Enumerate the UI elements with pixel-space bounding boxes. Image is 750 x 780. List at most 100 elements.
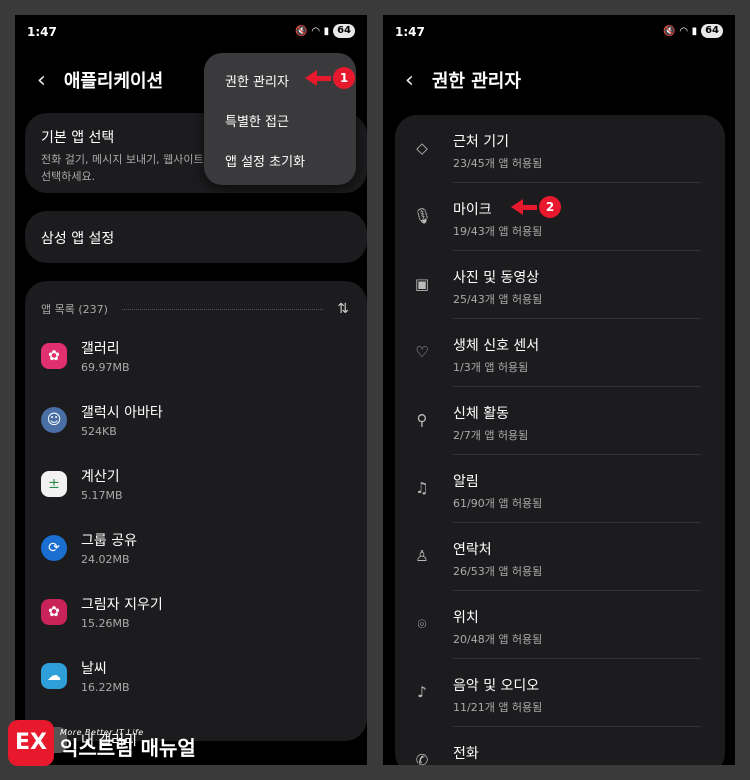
- arrow-icon: [511, 199, 523, 215]
- samsung-app-settings-card[interactable]: 삼성 앱 설정: [25, 211, 367, 263]
- permission-name: 근처 기기: [453, 134, 509, 150]
- location-icon: ⌾: [417, 615, 427, 633]
- app-size: 524KB: [81, 425, 117, 438]
- app-name: 계산기: [81, 469, 120, 485]
- permission-name: 전화: [453, 746, 479, 762]
- arrow-shaft: [317, 75, 331, 81]
- permission-count: 26/53개 앱 허용됨: [453, 565, 543, 578]
- battery-icon: 64: [333, 24, 355, 38]
- nearby-devices-icon: ◇: [416, 139, 428, 157]
- callout-number: 2: [539, 196, 561, 218]
- callout-number: 1: [333, 67, 355, 89]
- app-name: 그림자 지우기: [81, 597, 163, 613]
- permission-item[interactable]: ▣ 사진 및 동영상 25/43개 앱 허용됨: [395, 251, 725, 319]
- back-arrow-icon[interactable]: ‹: [405, 68, 414, 93]
- permission-item[interactable]: ◇ 근처 기기 23/45개 앱 허용됨: [395, 115, 725, 183]
- list-item[interactable]: ☁ 날씨 16.22MB: [41, 651, 357, 701]
- app-list-header: 앱 목록 (237) ⇅: [41, 301, 349, 317]
- app-name: 갤러리: [81, 341, 120, 357]
- app-size: 5.17MB: [81, 489, 123, 502]
- arrow-icon: [305, 70, 317, 86]
- callout-1: 1: [305, 67, 355, 89]
- microphone-icon: 🎙: [413, 207, 433, 225]
- signal-icon: ▮: [323, 25, 330, 37]
- weather-icon: ☁: [41, 663, 67, 689]
- list-item[interactable]: ✿ 갤러리 69.97MB: [41, 331, 357, 381]
- watermark-text: More Better IT Life 익스트림 매뉴얼: [60, 728, 196, 759]
- app-size: 16.22MB: [81, 681, 130, 694]
- permission-count: 2/7개 앱 허용됨: [453, 429, 529, 442]
- samsung-app-settings-title: 삼성 앱 설정: [41, 231, 115, 247]
- permission-name: 음악 및 오디오: [453, 678, 540, 694]
- permission-name: 신체 활동: [453, 406, 509, 422]
- sort-icon[interactable]: ⇅: [337, 301, 349, 317]
- shadow-eraser-icon: ✿: [41, 599, 67, 625]
- permission-item[interactable]: ⌾ 위치 20/48개 앱 허용됨: [395, 591, 725, 659]
- menu-item-special-access[interactable]: 특별한 접근: [225, 111, 289, 130]
- permission-count: 1/3개 앱 허용됨: [453, 361, 529, 374]
- heart-rate-icon: ♡: [415, 343, 429, 361]
- menu-item-permission-manager[interactable]: 권한 관리자: [225, 71, 289, 90]
- app-size: 24.02MB: [81, 553, 130, 566]
- permission-item[interactable]: ♡ 생체 신호 센서 1/3개 앱 허용됨: [395, 319, 725, 387]
- battery-icon: 64: [701, 24, 723, 38]
- wifi-icon: ◠: [311, 25, 320, 37]
- permission-item[interactable]: ✆ 전화: [395, 727, 725, 765]
- permission-item[interactable]: ♙ 연락처 26/53개 앱 허용됨: [395, 523, 725, 591]
- status-time: 1:47: [395, 25, 425, 39]
- list-item[interactable]: ± 계산기 5.17MB: [41, 459, 357, 509]
- status-icons: 🔇 ◠ ▮ 64: [663, 24, 723, 38]
- permission-count: 23/45개 앱 허용됨: [453, 157, 543, 170]
- wifi-icon: ◠: [679, 25, 688, 37]
- app-size: 69.97MB: [81, 361, 130, 374]
- gallery-icon: ✿: [41, 343, 67, 369]
- avatar-icon: ☺: [41, 407, 67, 433]
- permission-count: 19/43개 앱 허용됨: [453, 225, 543, 238]
- left-phone-screen: 1:47 🔇 ◠ ▮ 64 ‹ 애플리케이션 기본 앱 선택 전화 걸기, 메시…: [15, 15, 367, 765]
- mute-icon: 🔇: [295, 25, 308, 37]
- permission-name: 생체 신호 센서: [453, 338, 540, 354]
- calculator-icon: ±: [41, 471, 67, 497]
- permission-name: 마이크: [453, 202, 492, 218]
- list-item[interactable]: ✿ 그림자 지우기 15.26MB: [41, 587, 357, 637]
- status-bar: 1:47 🔇 ◠ ▮ 64: [395, 23, 723, 43]
- status-time: 1:47: [27, 25, 57, 39]
- permission-name: 사진 및 동영상: [453, 270, 540, 286]
- right-phone-screen: 1:47 🔇 ◠ ▮ 64 ‹ 권한 관리자 ◇ 근처 기기 23/45개 앱 …: [383, 15, 735, 765]
- brand-logo-icon: EX: [8, 720, 54, 766]
- page-title: 애플리케이션: [63, 71, 164, 92]
- activity-icon: ⚲: [416, 411, 428, 429]
- page-header: ‹ 권한 관리자: [405, 67, 521, 93]
- app-name: 날씨: [81, 661, 107, 677]
- page-title: 권한 관리자: [431, 71, 521, 92]
- app-name: 그룹 공유: [81, 533, 137, 549]
- photos-icon: ▣: [414, 275, 430, 293]
- permission-name: 연락처: [453, 542, 492, 558]
- signal-icon: ▮: [691, 25, 698, 37]
- permission-count: 61/90개 앱 허용됨: [453, 497, 543, 510]
- contacts-icon: ♙: [415, 547, 429, 565]
- phone-icon: ✆: [415, 751, 429, 765]
- menu-item-reset-app-settings[interactable]: 앱 설정 초기화: [225, 151, 305, 170]
- watermark-logo: EX More Better IT Life 익스트림 매뉴얼: [8, 720, 196, 766]
- bell-icon: ♫: [415, 479, 429, 497]
- permission-item[interactable]: ♫ 알림 61/90개 앱 허용됨: [395, 455, 725, 523]
- permission-count: 11/21개 앱 허용됨: [453, 701, 543, 714]
- list-item[interactable]: ⟳ 그룹 공유 24.02MB: [41, 523, 357, 573]
- permission-item[interactable]: ♪ 음악 및 오디오 11/21개 앱 허용됨: [395, 659, 725, 727]
- status-icons: 🔇 ◠ ▮ 64: [295, 24, 355, 38]
- callout-2: 2: [511, 196, 561, 218]
- permission-count: 25/43개 앱 허용됨: [453, 293, 543, 306]
- page-header: ‹ 애플리케이션: [37, 67, 163, 93]
- permission-name: 위치: [453, 610, 479, 626]
- permission-item[interactable]: ⚲ 신체 활동 2/7개 앱 허용됨: [395, 387, 725, 455]
- watermark-name: 익스트림 매뉴얼: [60, 735, 196, 760]
- list-item[interactable]: ☺ 갤럭시 아바타 524KB: [41, 395, 357, 445]
- status-bar: 1:47 🔇 ◠ ▮ 64: [27, 23, 355, 43]
- divider: [121, 308, 324, 310]
- group-share-icon: ⟳: [41, 535, 67, 561]
- app-name: 갤럭시 아바타: [81, 405, 163, 421]
- back-arrow-icon[interactable]: ‹: [37, 68, 46, 93]
- app-list-count: 앱 목록 (237): [41, 303, 108, 316]
- arrow-shaft: [523, 204, 537, 210]
